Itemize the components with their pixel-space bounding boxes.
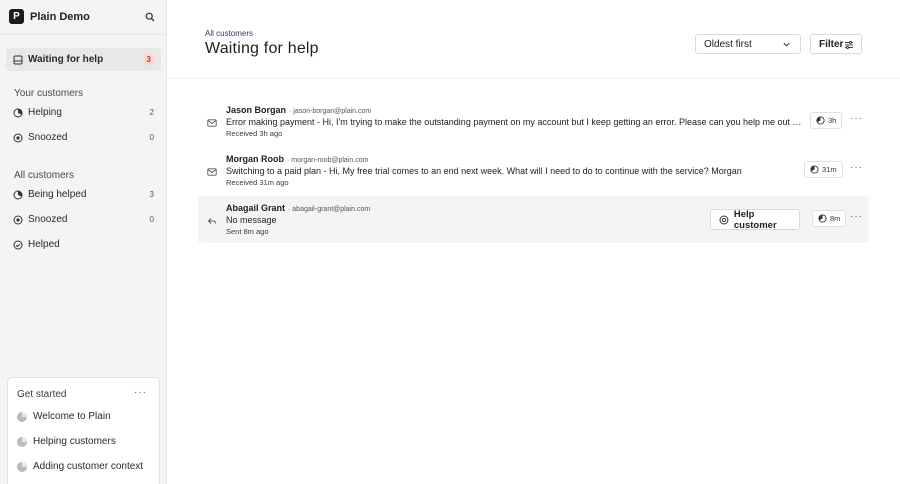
customer-row[interactable]: Morgan Roob · morgan-roob@plain.com Switc… xyxy=(198,147,869,194)
wait-time: 8m xyxy=(830,214,841,223)
workspace-switcher[interactable]: P Plain Demo xyxy=(9,9,90,24)
sidebar-item-label: Helped xyxy=(28,239,60,250)
help-customer-label: Help customer xyxy=(733,208,777,231)
email-icon xyxy=(207,168,217,176)
inbox-icon xyxy=(13,55,23,65)
wait-time: 3h xyxy=(828,116,837,125)
received-time: Received 3h ago xyxy=(226,129,283,138)
sidebar-item-label: Helping xyxy=(28,107,62,118)
sidebar-item-helped[interactable]: Helped xyxy=(6,233,161,256)
section-label-your-customers: Your customers xyxy=(14,88,84,99)
filter-button[interactable]: Filter xyxy=(810,34,862,54)
sidebar-item-waiting-for-help[interactable]: Waiting for help 3 xyxy=(6,48,161,71)
sidebar-item-all-snoozed[interactable]: Snoozed 0 xyxy=(6,208,161,231)
sidebar-item-label: Snoozed xyxy=(28,132,68,143)
check-circle-icon xyxy=(13,240,23,250)
clock-pie-icon xyxy=(810,165,819,174)
customer-name: Morgan Roob · morgan-roob@plain.com xyxy=(226,154,368,164)
customer-email: · morgan-roob@plain.com xyxy=(287,157,369,164)
sidebar-item-label: Waiting for help xyxy=(28,54,104,65)
progress-pie-icon xyxy=(17,436,27,447)
get-started-item-helping[interactable]: Helping customers xyxy=(17,436,116,447)
more-options-button[interactable]: ··· xyxy=(850,211,863,222)
section-label-all-customers: All customers xyxy=(14,170,75,181)
snooze-icon xyxy=(13,133,23,143)
wait-time-badge: 3h xyxy=(810,112,843,129)
message-preview: Error making payment - Hi, I'm trying to… xyxy=(226,117,802,127)
customer-email: · abagail-grant@plain.com xyxy=(288,206,371,213)
item-count: 3 xyxy=(149,190,154,199)
get-started-item-label: Adding customer context xyxy=(33,461,144,472)
wait-time-badge: 31m xyxy=(804,161,843,178)
sort-value: Oldest first xyxy=(704,38,752,50)
customer-email: · jason-borgan@plain.com xyxy=(289,108,372,115)
workspace-name: Plain Demo xyxy=(30,10,90,23)
more-options-button[interactable]: ··· xyxy=(850,113,863,124)
sidebar-divider xyxy=(0,34,167,35)
sent-time: Sent 8m ago xyxy=(226,227,269,236)
get-started-title: Get started xyxy=(17,389,67,400)
customer-name-text: Jason Borgan xyxy=(226,105,287,115)
helping-status-icon xyxy=(13,108,23,118)
snooze-icon xyxy=(13,215,23,225)
clock-pie-icon xyxy=(816,116,825,125)
wait-time-badge: 8m xyxy=(812,210,847,227)
breadcrumb[interactable]: All customers xyxy=(205,29,253,38)
get-started-card: Get started ··· Welcome to Plain Helping… xyxy=(7,377,160,484)
message-preview: Switching to a paid plan - Hi, My free t… xyxy=(226,166,742,176)
get-started-item-label: Welcome to Plain xyxy=(33,411,111,422)
customer-name: Jason Borgan · jason-borgan@plain.com xyxy=(226,105,371,115)
help-icon xyxy=(719,215,729,224)
plain-logo-icon: P xyxy=(9,9,24,24)
email-icon xyxy=(207,119,217,127)
progress-pie-icon xyxy=(17,461,27,472)
received-time: Received 31m ago xyxy=(226,178,289,187)
main-content: All customers Waiting for help Oldest fi… xyxy=(167,0,900,484)
count-badge: 3 xyxy=(142,54,155,65)
customer-name-text: Morgan Roob xyxy=(226,154,284,164)
progress-pie-icon xyxy=(17,411,27,422)
sidebar-item-label: Snoozed xyxy=(28,214,68,225)
get-started-item-label: Helping customers xyxy=(33,436,116,447)
search-icon xyxy=(145,12,155,22)
customer-name-text: Abagail Grant xyxy=(226,203,286,213)
search-button[interactable] xyxy=(140,7,160,27)
helping-status-icon xyxy=(13,190,23,200)
filter-label: Filter xyxy=(819,38,844,50)
help-customer-button[interactable]: Help customer xyxy=(710,208,800,231)
wait-time: 31m xyxy=(822,165,837,174)
item-count: 0 xyxy=(149,133,154,142)
filter-icon xyxy=(845,41,853,49)
header-divider xyxy=(167,78,900,79)
get-started-item-context[interactable]: Adding customer context xyxy=(17,461,143,472)
customer-row[interactable]: Jason Borgan · jason-borgan@plain.com Err… xyxy=(198,98,869,145)
get-started-item-welcome[interactable]: Welcome to Plain xyxy=(17,411,111,422)
customer-name: Abagail Grant · abagail-grant@plain.com xyxy=(226,203,370,213)
item-count: 2 xyxy=(149,108,154,117)
more-options-button[interactable]: ··· xyxy=(850,162,863,173)
reply-icon xyxy=(207,218,216,224)
customer-row[interactable]: Abagail Grant · abagail-grant@plain.com N… xyxy=(198,196,869,243)
sort-select[interactable]: Oldest first xyxy=(695,34,801,54)
page-title: Waiting for help xyxy=(205,40,319,57)
more-options-button[interactable]: ··· xyxy=(134,387,147,398)
sidebar-item-label: Being helped xyxy=(28,189,87,200)
sidebar-item-snoozed[interactable]: Snoozed 0 xyxy=(6,126,161,149)
sidebar-item-helping[interactable]: Helping 2 xyxy=(6,101,161,124)
clock-pie-icon xyxy=(818,214,827,223)
chevron-down-icon xyxy=(783,42,790,47)
sidebar-item-being-helped[interactable]: Being helped 3 xyxy=(6,183,161,206)
item-count: 0 xyxy=(149,215,154,224)
sidebar: P Plain Demo Waiting for help 3 Your cus… xyxy=(0,0,167,484)
